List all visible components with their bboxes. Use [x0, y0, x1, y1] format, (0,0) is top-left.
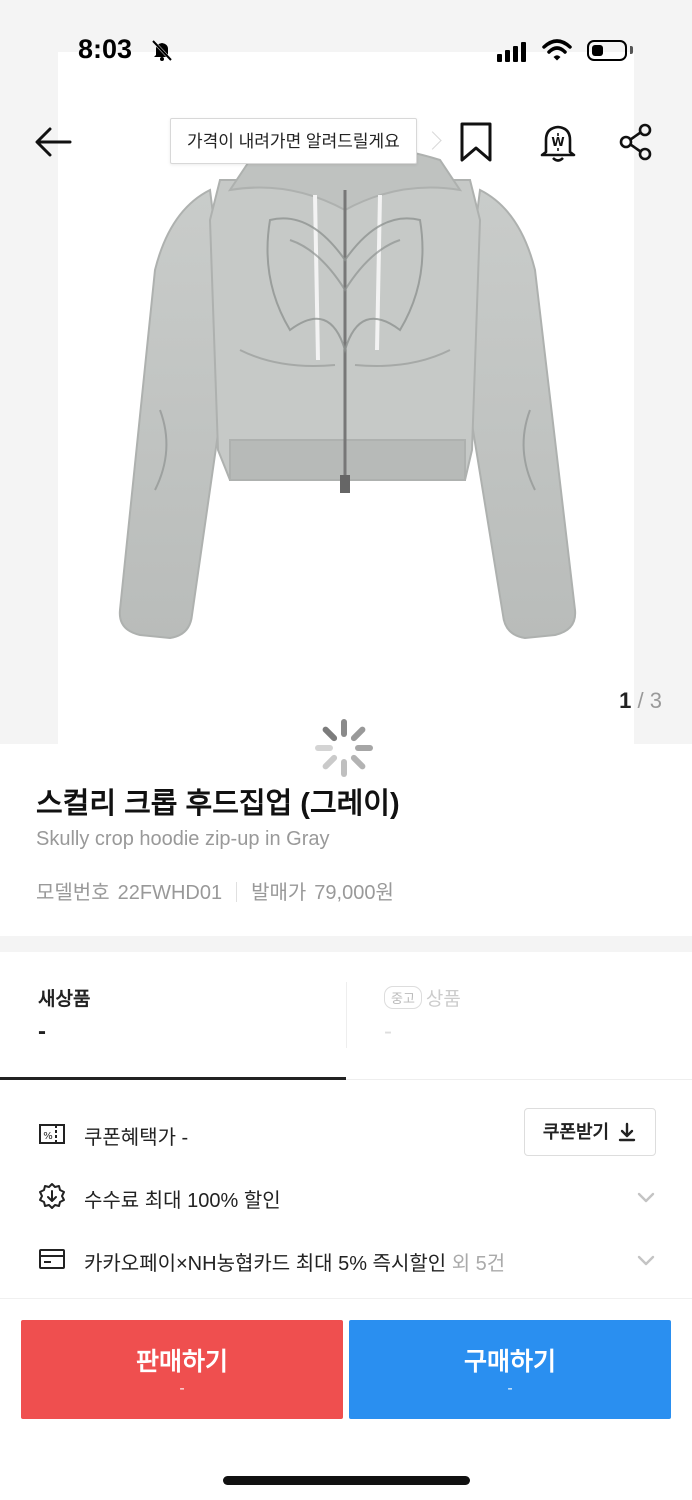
- coupon-icon: %: [39, 1124, 65, 1144]
- used-badge: 중고: [384, 986, 422, 1009]
- release-value: 79,000원: [314, 882, 394, 904]
- tab-divider: [346, 982, 347, 1048]
- tab-new-label: 새상품: [38, 989, 91, 1010]
- card-icon: [39, 1249, 65, 1269]
- price-alarm-icon[interactable]: W: [536, 120, 580, 164]
- share-icon[interactable]: [614, 120, 658, 164]
- buy-label: 구매하기: [463, 1348, 556, 1376]
- section-gap: [0, 936, 692, 952]
- svg-text:W: W: [551, 135, 564, 149]
- pager-total: 3: [649, 688, 662, 713]
- chevron-down-icon[interactable]: [636, 1250, 656, 1270]
- get-coupon-label: 쿠폰받기: [542, 1122, 610, 1142]
- bottom-divider: [0, 1298, 692, 1299]
- sell-price: -: [179, 1380, 185, 1397]
- signal-icon: [497, 42, 529, 62]
- status-time: 8:03: [78, 34, 133, 64]
- model-value: 22FWHD01: [117, 882, 223, 904]
- product-image[interactable]: [100, 150, 590, 660]
- home-indicator[interactable]: [223, 1476, 470, 1485]
- meta-divider: [236, 882, 238, 902]
- download-icon: [618, 1122, 636, 1142]
- chevron-down-icon[interactable]: [636, 1187, 656, 1207]
- bookmark-icon[interactable]: [454, 120, 498, 164]
- card-discount-extra: 외 5건: [446, 1253, 506, 1275]
- coupon-price-label: 쿠폰혜택가 -: [84, 1127, 189, 1149]
- sell-button[interactable]: 판매하기 -: [21, 1320, 343, 1419]
- tab-used-label: 상품: [425, 989, 461, 1010]
- bell-slash-icon: [151, 39, 173, 62]
- card-discount-label: 카카오페이×NH농협카드 최대 5% 즉시할인: [84, 1253, 447, 1275]
- tab-used-label-wrap: 중고 상품: [384, 984, 461, 1011]
- battery-icon: [587, 40, 627, 61]
- tab-new-price: -: [38, 1018, 46, 1045]
- tab-used-product[interactable]: 중고 상품 -: [346, 952, 692, 1080]
- release-label: 발매가: [251, 882, 307, 904]
- pager-separator: /: [631, 688, 650, 713]
- price-alert-tooltip: 가격이 내려가면 알려드릴게요: [170, 118, 417, 164]
- get-coupon-button[interactable]: 쿠폰받기: [524, 1108, 656, 1156]
- card-discount-row[interactable]: 카카오페이×NH농협카드 최대 5% 즉시할인 외 5건: [84, 1247, 505, 1276]
- fee-discount-icon: [39, 1183, 65, 1209]
- image-pager: 1 / 3: [619, 688, 662, 714]
- product-meta: 모델번호 22FWHD01 발매가 79,000원: [36, 876, 394, 905]
- tab-new-product[interactable]: 새상품 -: [0, 952, 346, 1080]
- battery-tip: [630, 46, 633, 54]
- tab-active-underline: [0, 1077, 346, 1080]
- buy-price: -: [507, 1380, 513, 1397]
- buy-button[interactable]: 구매하기 -: [349, 1320, 671, 1419]
- loading-spinner-icon: [315, 719, 373, 777]
- wifi-icon: [542, 39, 572, 61]
- svg-text:%: %: [43, 1131, 53, 1142]
- back-arrow-icon[interactable]: [32, 120, 76, 164]
- product-title: 스컬리 크롭 후드집업 (그레이): [36, 788, 400, 820]
- pager-current: 1: [619, 688, 632, 713]
- fee-discount-label[interactable]: 수수료 최대 100% 할인: [84, 1184, 281, 1213]
- model-label: 모델번호: [36, 882, 110, 904]
- tab-used-price: -: [384, 1018, 392, 1045]
- sell-label: 판매하기: [135, 1348, 228, 1376]
- product-subtitle: Skully crop hoodie zip-up in Gray: [36, 828, 330, 850]
